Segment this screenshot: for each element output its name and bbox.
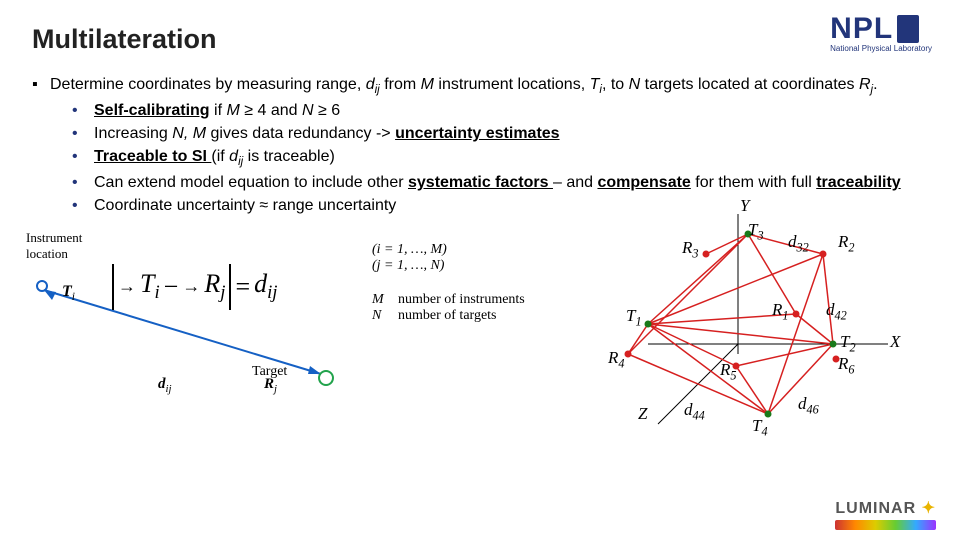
equation-figure: Instrument location Ti → Ti − → Rj = dij	[26, 230, 346, 397]
bullet-dot-icon: •	[72, 99, 94, 122]
index-ranges: (i = 1, …, M) (j = 1, …, N)	[372, 242, 447, 274]
equation-text: → Ti − → Rj = dij	[112, 264, 278, 310]
npl-logo: NPL National Physical Laboratory	[830, 12, 932, 53]
sub-bullet-text: Can extend model equation to include oth…	[94, 171, 928, 194]
bullet-dot-icon: •	[72, 171, 94, 194]
dij-label: dij	[158, 376, 172, 395]
crest-icon	[897, 15, 919, 43]
multilateration-diagram: Y X Z T3 R3 R2 d32 R1 d42 T1 R4 R5 T2 R6…	[588, 194, 908, 444]
logo-subtitle: National Physical Laboratory	[830, 44, 932, 53]
bullet-dot-icon: •	[72, 145, 94, 171]
sub-bullet-text: Traceable to SI (if dij is traceable)	[94, 145, 928, 171]
axis-y: Y	[740, 196, 749, 216]
sub-bullet-text: Self-calibrating if M ≥ 4 and N ≥ 6	[94, 99, 928, 122]
lower-region: Instrument location Ti → Ti − → Rj = dij	[32, 224, 928, 444]
sub-bullet-text: Increasing N, M gives data redundancy ->…	[94, 122, 928, 145]
spectrum-icon	[835, 520, 936, 530]
Rj-label: Rj	[264, 376, 277, 395]
bullet-dot-icon: •	[72, 122, 94, 145]
slide-title: Multilateration	[32, 24, 928, 55]
axis-z: Z	[638, 404, 647, 424]
spark-icon: ✦	[916, 500, 936, 517]
bullet-dot-icon: •	[72, 194, 94, 217]
luminar-logo: LUMINAR ✦	[835, 498, 936, 530]
symbol-definitions: Mnumber of instruments Nnumber of target…	[372, 292, 525, 324]
Ti-label: Ti	[62, 283, 75, 303]
axis-x: X	[890, 332, 900, 352]
instrument-label: Instrument location	[26, 230, 346, 262]
logo-text: NPL	[830, 12, 893, 46]
bullet-square-icon: ▪	[32, 73, 50, 218]
